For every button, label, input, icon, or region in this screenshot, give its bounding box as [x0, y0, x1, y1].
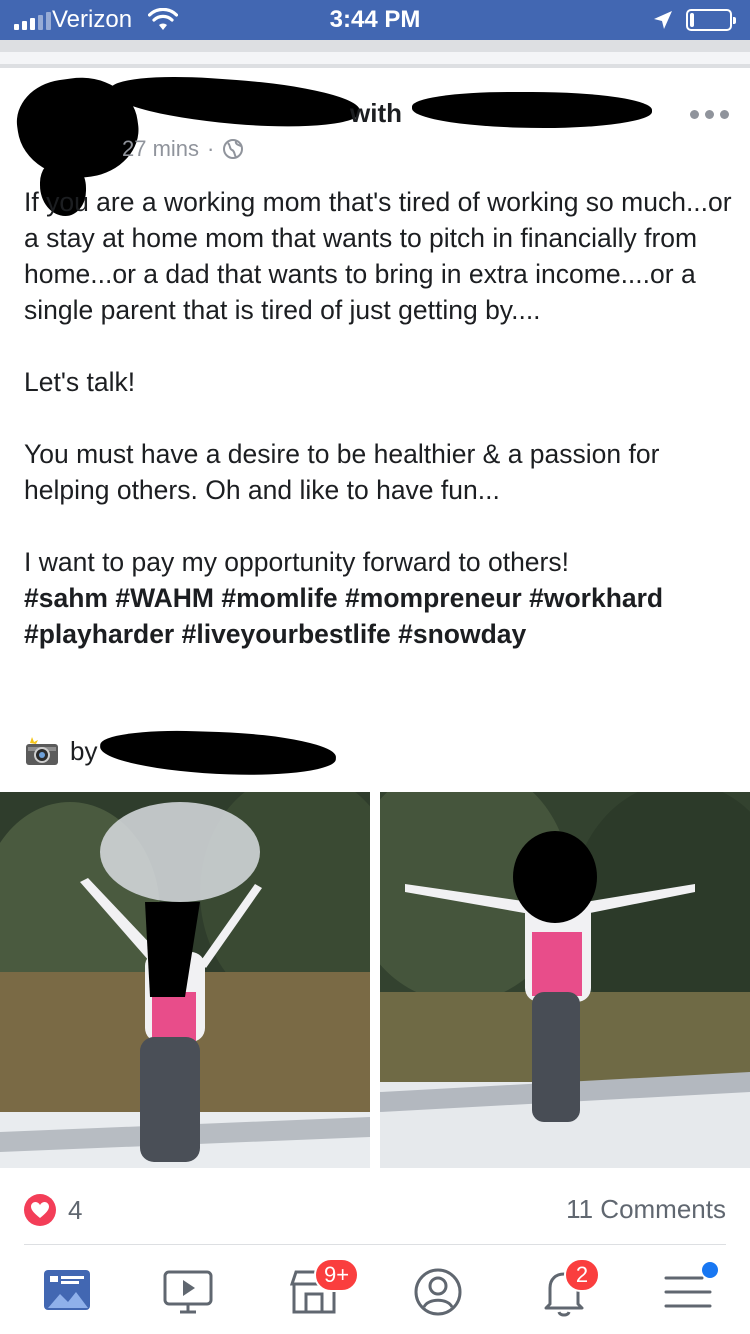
- profile-icon: [414, 1268, 462, 1316]
- battery-level-fill: [690, 13, 695, 27]
- redaction-scribble: [412, 92, 652, 128]
- nav-news-feed[interactable]: [38, 1264, 98, 1320]
- comments-count-link[interactable]: 11 Comments: [566, 1194, 726, 1225]
- news-feed-icon: [44, 1270, 90, 1310]
- post-meta: 27 mins ·: [122, 136, 244, 162]
- post-paragraph: Let's talk!: [24, 367, 136, 397]
- nav-notifications[interactable]: 2: [534, 1258, 600, 1320]
- photo-credit: by: [24, 734, 97, 768]
- camera-flash-icon: [26, 737, 58, 765]
- post-photo[interactable]: [380, 792, 750, 1168]
- photo-arms-out: [380, 792, 750, 1168]
- post-photo[interactable]: [0, 792, 370, 1168]
- menu-update-dot: [702, 1262, 718, 1278]
- globe-icon: [223, 139, 244, 159]
- divider: [24, 1244, 726, 1245]
- notifications-badge: 2: [564, 1258, 600, 1292]
- post-text: If you are a working mom that's tired of…: [24, 184, 734, 652]
- meta-separator: ·: [207, 136, 215, 161]
- video-icon: [163, 1270, 213, 1314]
- battery-icon: [686, 9, 736, 31]
- reaction-summary[interactable]: 4: [24, 1194, 82, 1226]
- photo-credit-prefix: by: [70, 735, 98, 766]
- nav-marketplace[interactable]: 9+: [284, 1258, 360, 1320]
- reaction-count: 4: [68, 1194, 83, 1225]
- redaction-scribble: [99, 727, 337, 779]
- photo-snow-toss: [0, 792, 370, 1168]
- post-paragraph: You must have a desire to be healthier &…: [24, 439, 667, 505]
- post-paragraph: If you are a working mom that's tired of…: [24, 187, 739, 325]
- post-paragraph: I want to pay my opportunity forward to …: [24, 547, 569, 577]
- post-time[interactable]: 27 mins: [122, 136, 199, 162]
- redaction-scribble: [108, 71, 362, 133]
- location-arrow-icon: [654, 11, 672, 29]
- clock: 3:44 PM: [329, 6, 421, 33]
- more-options-icon[interactable]: [690, 110, 730, 122]
- status-bar: Verizon 3:44 PM: [0, 0, 750, 40]
- feed-separator-inner: [0, 52, 750, 68]
- bottom-navigation: 9+ 2: [0, 1246, 750, 1334]
- nav-watch[interactable]: [158, 1264, 218, 1320]
- nav-profile[interactable]: [408, 1264, 468, 1320]
- marketplace-badge: 9+: [314, 1258, 360, 1292]
- post-author-connector: with: [350, 98, 402, 128]
- post-hashtags[interactable]: #sahm #WAHM #momlife #mompreneur #workha…: [24, 580, 734, 652]
- heart-icon: [24, 1194, 56, 1226]
